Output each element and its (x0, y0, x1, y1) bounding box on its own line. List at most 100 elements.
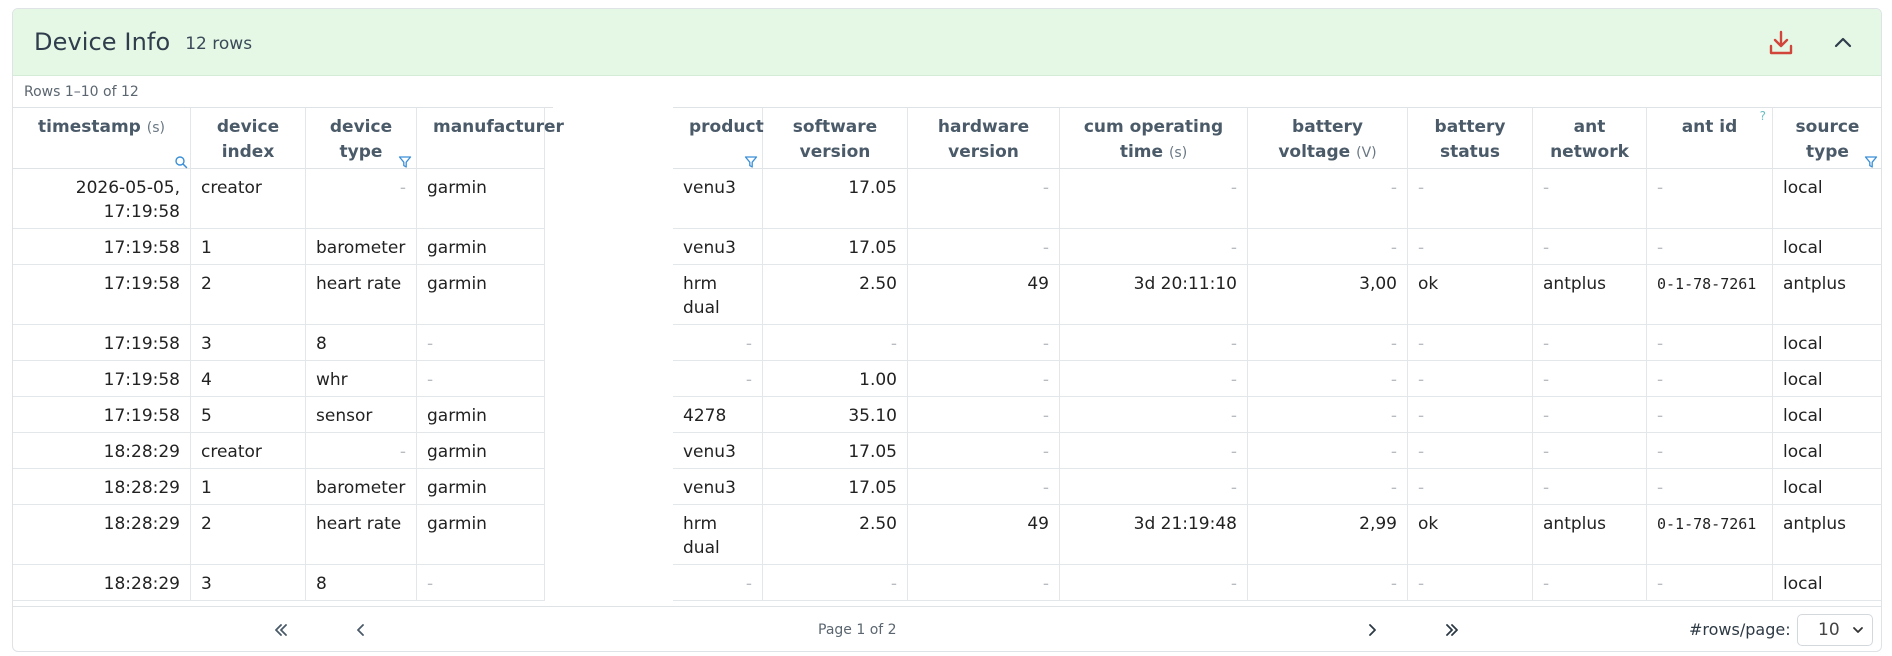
cell-timestamp: 2026-05-05, 17:19:58 (13, 169, 191, 229)
cell-device-index: 4 (191, 361, 306, 397)
cell-product: hrm dual (673, 265, 763, 325)
cell-timestamp: 17:19:58 (13, 397, 191, 433)
column-label: software version (792, 117, 878, 162)
cell-ant-id: - (1647, 229, 1773, 265)
cell-battery-voltage: - (1248, 229, 1408, 265)
column-header-cum-operating-time[interactable]: cum operating time (s) (1060, 108, 1248, 169)
double-chevron-left-icon (275, 624, 287, 636)
rows-per-page-label: #rows/page: (1689, 620, 1791, 639)
column-label: device index (216, 117, 280, 162)
cell-manufacturer: garmin (417, 505, 545, 565)
cell-source-type: local (1773, 433, 1881, 469)
cell-timestamp: 17:19:58 (13, 229, 191, 265)
column-unit: (s) (1168, 145, 1188, 161)
column-header-software-version[interactable]: software version (763, 108, 908, 169)
cell-timestamp: 17:19:58 (13, 265, 191, 325)
cell-software-version: 2.50 (763, 505, 908, 565)
cell-cum-operating-time: - (1060, 229, 1248, 265)
cell-device-index: 3 (191, 565, 306, 601)
column-header-ant-id[interactable]: ant id? (1647, 108, 1773, 169)
cell-hardware-version: - (908, 325, 1060, 361)
cell-software-version: 17.05 (763, 469, 908, 505)
panel-header: Device Info 12 rows (13, 9, 1881, 76)
double-chevron-right-icon (1446, 624, 1458, 636)
cell-source-type: local (1773, 469, 1881, 505)
cell-device-type: heart rate (306, 265, 417, 325)
cell-software-version: 2.50 (763, 265, 908, 325)
cell-ant-network: - (1533, 397, 1647, 433)
cell-cum-operating-time: - (1060, 169, 1248, 229)
cell-ant-id: - (1647, 565, 1773, 601)
cell-battery-status: - (1408, 397, 1533, 433)
cell-ant-network: - (1533, 469, 1647, 505)
cell-cum-operating-time: - (1060, 469, 1248, 505)
cell-timestamp: 18:28:29 (13, 505, 191, 565)
column-label: battery status (1434, 117, 1506, 162)
first-page-button[interactable] (267, 617, 295, 643)
cell-battery-voltage: - (1248, 565, 1408, 601)
column-header-product[interactable]: product (673, 108, 764, 169)
cell-product: - (673, 565, 763, 601)
cell-software-version: 17.05 (763, 169, 908, 229)
column-header-hardware-version[interactable]: hardware version (908, 108, 1060, 169)
cell-manufacturer: garmin (417, 169, 545, 229)
cell-device-type: sensor hub (306, 397, 417, 433)
column-label: manufacturer (433, 117, 564, 137)
cell-ant-id: - (1647, 169, 1773, 229)
cell-timestamp: 17:19:58 (13, 361, 191, 397)
cell-battery-status: - (1408, 433, 1533, 469)
collapse-button[interactable] (1827, 27, 1859, 59)
cell-device-type: 8 (306, 325, 417, 361)
column-label: timestamp (38, 117, 141, 137)
column-header-battery-status[interactable]: battery status (1408, 108, 1533, 169)
cell-cum-operating-time: - (1060, 433, 1248, 469)
page-indicator: Page 1 of 2 (818, 622, 897, 638)
cell-product: venu3 (673, 169, 763, 229)
cell-cum-operating-time: - (1060, 565, 1248, 601)
cell-device-type: heart rate (306, 505, 417, 565)
cell-battery-status: ok (1408, 505, 1533, 565)
column-header-source-type[interactable]: source type (1773, 108, 1881, 169)
last-page-button[interactable] (1438, 617, 1466, 643)
cell-device-type: 8 (306, 565, 417, 601)
cell-ant-id: - (1647, 397, 1773, 433)
prev-page-button[interactable] (347, 617, 375, 643)
cell-manufacturer: - (417, 325, 545, 361)
next-page-button[interactable] (1358, 617, 1386, 643)
column-label: battery voltage (1278, 117, 1363, 162)
help-icon[interactable]: ? (1760, 110, 1766, 122)
column-header-manufacturer[interactable]: manufacturer (417, 108, 564, 169)
filter-icon[interactable] (398, 152, 412, 168)
cell-hardware-version: - (908, 361, 1060, 397)
column-header-device-type[interactable]: device type (306, 108, 417, 169)
search-icon[interactable] (174, 152, 188, 169)
cell-manufacturer: garmin (417, 265, 545, 325)
rows-per-page-select[interactable]: 10 (1797, 614, 1873, 646)
cell-ant-id: 0-1-78-7261 (1647, 505, 1773, 565)
table-frozen-columns: timestamp (s) device index device type manu… (13, 107, 564, 606)
cell-ant-network: - (1533, 433, 1647, 469)
filter-icon[interactable] (744, 152, 758, 168)
cell-product: 4278 (673, 397, 763, 433)
column-header-timestamp[interactable]: timestamp (s) (13, 108, 191, 169)
chevron-down-icon (1853, 627, 1863, 633)
column-label: cum operating time (1083, 117, 1224, 162)
cell-software-version: - (763, 565, 908, 601)
column-label: ant network (1550, 117, 1629, 162)
cell-source-type: local (1773, 229, 1881, 265)
cell-battery-voltage: - (1248, 397, 1408, 433)
column-header-battery-voltage[interactable]: battery voltage (V) (1248, 108, 1408, 169)
cell-software-version: 17.05 (763, 433, 908, 469)
column-header-device-index[interactable]: device index (191, 108, 306, 169)
cell-ant-id: - (1647, 469, 1773, 505)
download-button[interactable] (1765, 27, 1797, 59)
cell-hardware-version: - (908, 169, 1060, 229)
column-header-ant-network[interactable]: ant network (1533, 108, 1647, 169)
cell-manufacturer: - (417, 565, 545, 601)
chevron-right-icon (1369, 624, 1376, 636)
filter-icon[interactable] (1864, 152, 1878, 168)
cell-product: hrm dual (673, 505, 763, 565)
cell-hardware-version: - (908, 229, 1060, 265)
cell-cum-operating-time: - (1060, 361, 1248, 397)
column-label: hardware version (937, 117, 1030, 162)
